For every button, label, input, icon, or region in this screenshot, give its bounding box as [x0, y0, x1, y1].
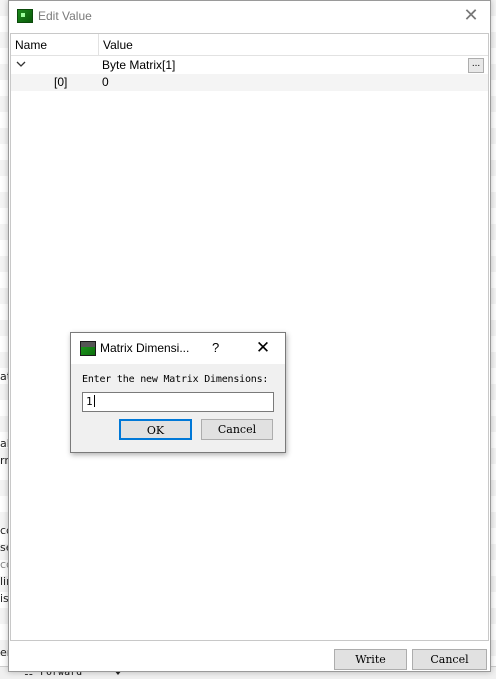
row-value: 0	[102, 75, 109, 89]
tree-row[interactable]: Byte Matrix[1] ...	[11, 57, 488, 74]
app-icon	[17, 9, 33, 23]
dimensions-prompt: Enter the new Matrix Dimensions:	[82, 374, 269, 385]
row-name: [0]	[54, 75, 68, 89]
window-titlebar[interactable]: Edit Value ✕	[9, 1, 490, 32]
tree-header: Name Value	[11, 34, 488, 56]
column-header-name[interactable]: Name	[15, 38, 47, 52]
ok-button[interactable]: OK	[119, 419, 192, 440]
close-icon[interactable]: ✕	[253, 338, 273, 358]
column-divider[interactable]	[98, 34, 99, 56]
dialog-app-icon	[80, 341, 96, 356]
text-caret	[93, 395, 95, 407]
ellipsis-button[interactable]: ...	[468, 58, 484, 73]
dialog-cancel-button[interactable]: Cancel	[201, 419, 273, 440]
chevron-down-icon[interactable]	[16, 59, 26, 69]
dialog-titlebar[interactable]: Matrix Dimensi... ? ✕	[71, 333, 285, 364]
dimensions-input-value: 1	[86, 395, 93, 408]
close-icon[interactable]: ✕	[458, 5, 484, 27]
dimensions-input[interactable]: 1	[82, 392, 274, 412]
matrix-dimensions-dialog: Matrix Dimensi... ? ✕ Enter the new Matr…	[70, 332, 286, 453]
dialog-title: Matrix Dimensi...	[100, 341, 190, 355]
tree-row[interactable]: [0] 0	[11, 74, 488, 91]
window-title: Edit Value	[38, 9, 92, 23]
cancel-button[interactable]: Cancel	[412, 649, 487, 670]
row-value: Byte Matrix[1]	[102, 58, 176, 72]
help-button[interactable]: ?	[212, 340, 219, 355]
write-button[interactable]: Write	[334, 649, 407, 670]
column-header-value[interactable]: Value	[103, 38, 133, 52]
